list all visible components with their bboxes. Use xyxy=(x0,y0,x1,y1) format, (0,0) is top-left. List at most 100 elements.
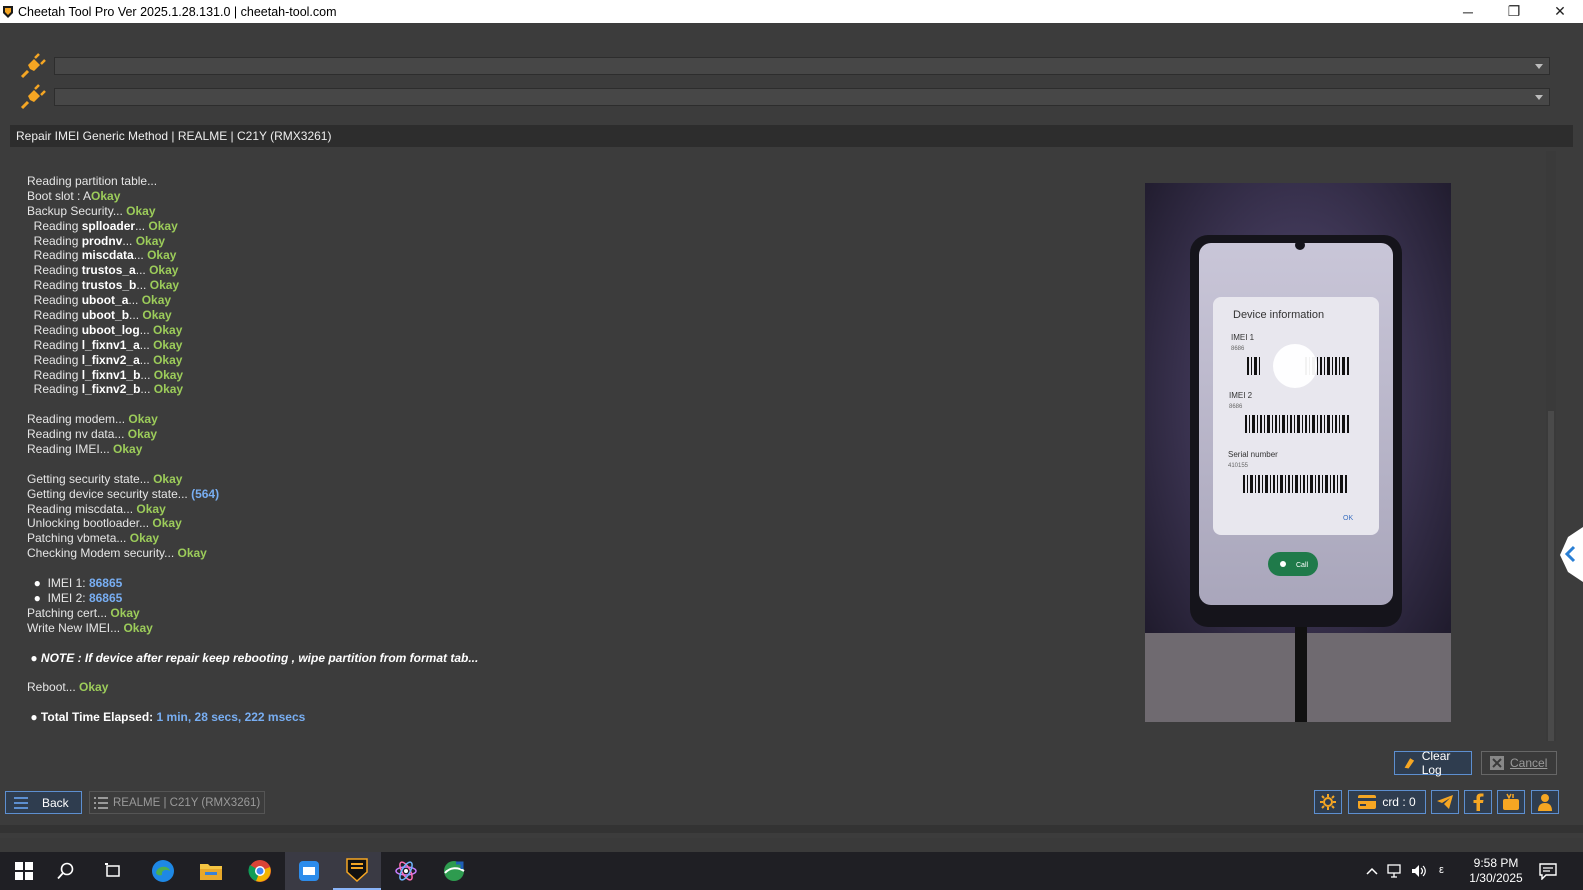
log-scrollbar[interactable] xyxy=(1546,151,1556,741)
imei2-value: 86865 xyxy=(88,590,123,605)
start-button[interactable] xyxy=(0,852,48,890)
telegram-button[interactable] xyxy=(1431,790,1459,814)
port-select-1[interactable] xyxy=(54,57,1550,75)
log-status: Okay xyxy=(142,308,172,323)
back-button[interactable]: Back xyxy=(5,791,82,814)
taskbar-chrome[interactable] xyxy=(236,852,284,890)
port-select-2[interactable] xyxy=(54,88,1550,106)
phone-imei1-value: 8686 xyxy=(1231,346,1245,352)
task-view-button[interactable] xyxy=(89,852,137,890)
partition-list: Reading splloader... Okay Reading prodnv… xyxy=(27,219,1127,398)
log-status: Okay xyxy=(153,382,184,397)
partition-name: trustos_b xyxy=(81,278,137,293)
log-status: Okay xyxy=(149,263,179,278)
log-text: Reading xyxy=(27,248,82,263)
maximize-button[interactable]: ❐ xyxy=(1491,0,1537,23)
bullet-icon: ● xyxy=(27,710,41,725)
operation-title: Repair IMEI Generic Method | REALME | C2… xyxy=(10,125,1573,147)
log-status: Okay xyxy=(153,352,183,367)
log-text: Reading xyxy=(27,218,82,233)
log-text: Getting security state... xyxy=(27,471,154,486)
log-line: Reading l_fixnv1_b... Okay xyxy=(27,368,1127,383)
close-box-icon xyxy=(1490,756,1504,770)
taskbar-clock[interactable]: 9:58 PM 1/30/2025 xyxy=(1466,856,1526,886)
log-text: ... xyxy=(139,337,154,352)
log-text: ... xyxy=(122,233,136,248)
partition-name: splloader xyxy=(81,218,136,233)
log-line: Reading trustos_b... Okay xyxy=(27,278,1127,293)
progress-strip xyxy=(0,838,1583,852)
side-panel-toggle[interactable] xyxy=(1554,527,1583,582)
partition-name: l_fixnv2_b xyxy=(81,382,141,397)
log-status: Okay xyxy=(149,278,180,293)
taskbar-app-atom[interactable] xyxy=(382,852,430,890)
port-row-1 xyxy=(20,53,1560,79)
windows-icon xyxy=(15,862,33,880)
facebook-button[interactable] xyxy=(1464,790,1492,814)
taskbar-cheetah-tool[interactable] xyxy=(333,852,381,890)
log-status: Okay xyxy=(79,680,109,695)
log-text: ... xyxy=(140,382,154,397)
support-button[interactable] xyxy=(1531,790,1559,814)
input-language-icon[interactable]: ε xyxy=(1439,864,1444,876)
credits-button[interactable]: crd : 0 xyxy=(1348,790,1426,814)
log-text: ... xyxy=(140,367,154,382)
imei1-value: 86865 xyxy=(88,576,123,591)
clock-time: 9:58 PM xyxy=(1473,856,1519,870)
clear-log-button[interactable]: Clear Log xyxy=(1394,749,1472,777)
log-status: Okay xyxy=(126,203,156,218)
phone-serial-label: Serial number xyxy=(1228,450,1278,459)
log-status: (564) xyxy=(191,486,220,501)
log-text: Patching cert... xyxy=(27,605,111,620)
log-text: Checking Modem security... xyxy=(27,546,178,561)
chevron-up-icon[interactable] xyxy=(1365,864,1379,878)
search-button[interactable] xyxy=(42,852,90,890)
edge-browser-icon xyxy=(152,860,174,882)
cheetah-logo-icon xyxy=(346,858,368,882)
log-text: Unlocking bootloader... xyxy=(27,516,153,531)
partition-name: trustos_a xyxy=(81,263,136,278)
download-globe-icon xyxy=(444,861,465,881)
log-line: Reading uboot_log... Okay xyxy=(27,323,1127,338)
log-text: ... xyxy=(135,263,150,278)
log-line: Reading splloader... Okay xyxy=(27,219,1127,234)
model-tab-label: REALME | C21Y (RMX3261) xyxy=(113,796,261,809)
log-line: ● IMEI 2: 86865 xyxy=(27,591,1127,606)
volume-icon[interactable] xyxy=(1411,864,1427,878)
taskbar-remote-app[interactable] xyxy=(285,852,333,890)
log-text: ... xyxy=(139,352,154,367)
log-status: Okay xyxy=(152,516,182,531)
clear-log-label: Clear Log xyxy=(1421,749,1451,777)
taskbar-edge[interactable] xyxy=(139,852,187,890)
clock-date: 1/30/2025 xyxy=(1469,871,1523,885)
notification-icon[interactable] xyxy=(1539,862,1557,880)
log-text: Reading xyxy=(27,352,82,367)
log-status: Okay xyxy=(129,531,160,546)
usb-plug-icon xyxy=(20,84,46,110)
close-button[interactable]: ✕ xyxy=(1537,0,1583,23)
network-icon[interactable] xyxy=(1387,864,1403,878)
log-text: Reading xyxy=(27,367,82,382)
log-status: Okay xyxy=(91,188,121,203)
youtube-button[interactable] xyxy=(1497,790,1525,814)
log-status: Okay xyxy=(177,546,207,561)
log-line: Reading modem... Okay xyxy=(27,412,1127,427)
chevron-down-icon xyxy=(1535,95,1543,100)
log-text: Reading IMEI... xyxy=(27,442,114,457)
taskbar-explorer[interactable] xyxy=(187,852,235,890)
log-line: ● IMEI 1: 86865 xyxy=(27,576,1127,591)
phone-serial-value: 410155 xyxy=(1228,463,1249,469)
settings-button[interactable] xyxy=(1314,790,1342,814)
phone-imei1-label: IMEI 1 xyxy=(1231,333,1255,342)
taskbar-download-manager[interactable] xyxy=(430,852,478,890)
model-tab[interactable]: REALME | C21Y (RMX3261) xyxy=(89,791,266,814)
task-view-icon xyxy=(105,863,120,877)
log-line: Reading prodnv... Okay xyxy=(27,234,1127,249)
minimize-button[interactable]: ─ xyxy=(1445,0,1491,23)
phone-photo-graphic: Device information IMEI 1 8686 IMEI 2 86… xyxy=(1145,183,1451,722)
cancel-button[interactable]: Cancel xyxy=(1481,751,1557,775)
log-text: Reading miscdata... xyxy=(27,501,137,516)
eraser-icon xyxy=(1404,758,1415,769)
